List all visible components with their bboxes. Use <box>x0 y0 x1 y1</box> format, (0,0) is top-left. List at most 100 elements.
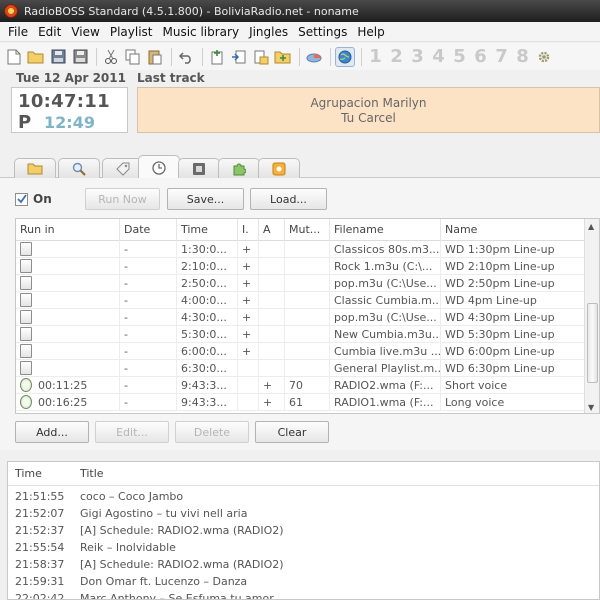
hotkey-6-button[interactable]: 6 <box>471 46 490 67</box>
insert-folder-icon[interactable] <box>273 47 293 67</box>
add-button[interactable]: Add... <box>15 421 89 443</box>
paste-icon[interactable] <box>145 47 165 67</box>
hotkey-5-button[interactable]: 5 <box>450 46 469 67</box>
scheduler-on-checkbox[interactable] <box>15 192 28 206</box>
column-name[interactable]: Name <box>441 219 586 241</box>
column-time[interactable]: Time <box>177 219 238 241</box>
table-row[interactable]: 00:16:25-9:43:3... +61 RADIO1.wma (F:... Lo… <box>16 394 586 411</box>
cell-filename: Cumbia live.m3u ... <box>330 343 441 360</box>
delete-button[interactable]: Delete <box>175 421 249 443</box>
column-run-in[interactable]: Run in <box>16 219 120 241</box>
save-button[interactable]: Save... <box>167 188 244 210</box>
table-row[interactable]: -2:10:0... + Rock 1.m3u (C:\... WD 2:10pm L… <box>16 258 586 275</box>
table-row[interactable]: -4:00:0... + Classic Cumbia.m... WD 4pm Lin… <box>16 292 586 309</box>
scheduler-on-label: On <box>33 192 52 206</box>
tab-search[interactable] <box>58 158 100 178</box>
table-row[interactable]: 00:11:25-9:43:3... +70 RADIO2.wma (F:... Sh… <box>16 377 586 394</box>
cell-date: - <box>120 360 177 377</box>
log-column-title[interactable]: Title <box>73 462 104 486</box>
log-row[interactable]: 21:59:31 Don Omar ft. Lucenzo – Danza <box>8 573 599 590</box>
cell-name: WD 6:30pm Line-up <box>441 360 586 377</box>
cell-i: + <box>238 292 259 309</box>
column-filename[interactable]: Filename <box>330 219 441 241</box>
table-row[interactable]: -2:50:0... + pop.m3u (C:\Use... WD 2:50pm L… <box>16 275 586 292</box>
column-date[interactable]: Date <box>120 219 177 241</box>
scroll-down-icon[interactable]: ▼ <box>588 403 594 412</box>
cell-time: 5:30:0... <box>177 326 238 343</box>
gear-icon[interactable] <box>534 47 554 67</box>
window-title: RadioBOSS Standard (4.5.1.800) - Bolivia… <box>24 4 359 18</box>
scrollbar-thumb[interactable] <box>587 303 598 383</box>
cell-time: 4:00:0... <box>177 292 238 309</box>
scroll-up-icon[interactable]: ▲ <box>588 222 594 231</box>
log-row[interactable]: 21:52:07 Gigi Agostino – tu vivi nell ari… <box>8 505 599 522</box>
clear-button[interactable]: Clear <box>255 421 329 443</box>
table-row[interactable]: -6:00:0... + Cumbia live.m3u ... WD 6:00pm … <box>16 343 586 360</box>
cell-time: 2:10:0... <box>177 258 238 275</box>
cell-mute: 61 <box>285 394 330 411</box>
menu-settings[interactable]: Settings <box>293 22 352 42</box>
menu-jingles[interactable]: Jingles <box>244 22 293 42</box>
cell-run-in <box>16 309 120 326</box>
tab-options[interactable] <box>258 158 300 178</box>
menu-view[interactable]: View <box>66 22 104 42</box>
insert-before-icon[interactable] <box>229 47 249 67</box>
log-title: Gigi Agostino – tu vivi nell aria <box>80 507 248 520</box>
globe-icon[interactable] <box>335 46 355 67</box>
table-row[interactable]: -1:30:0... + Classicos 80s.m3... WD 1:30pm … <box>16 241 586 258</box>
cell-date: - <box>120 343 177 360</box>
column-i[interactable]: I. <box>238 219 259 241</box>
cell-i <box>238 377 259 394</box>
log-column-time[interactable]: Time <box>8 462 42 486</box>
hotkey-8-button[interactable]: 8 <box>513 46 532 67</box>
column-mute[interactable]: Mut... <box>285 219 330 241</box>
menu-playlist[interactable]: Playlist <box>105 22 158 42</box>
log-header: Time Title <box>8 462 599 486</box>
column-a[interactable]: A <box>259 219 285 241</box>
save-as-icon[interactable] <box>70 47 90 67</box>
insert-after-icon[interactable] <box>251 47 271 67</box>
log-row[interactable]: 21:55:54 Reik – Inolvidable <box>8 539 599 556</box>
cell-a <box>259 309 285 326</box>
last-track-title: Tu Carcel <box>341 111 396 125</box>
hotkey-2-button[interactable]: 2 <box>387 46 406 67</box>
hotkey-1-button[interactable]: 1 <box>366 46 385 67</box>
tab-plugins[interactable] <box>218 158 260 178</box>
table-scrollbar[interactable]: ▲ ▼ <box>584 219 599 413</box>
undo-icon[interactable] <box>176 47 196 67</box>
cell-filename: General Playlist.m... <box>330 360 441 377</box>
cell-mute <box>285 343 330 360</box>
table-row[interactable]: -4:30:0... + pop.m3u (C:\Use... WD 4:30pm L… <box>16 309 586 326</box>
menu-music-library[interactable]: Music library <box>157 22 244 42</box>
menu-help[interactable]: Help <box>352 22 389 42</box>
chart-icon[interactable] <box>304 47 324 67</box>
open-folder-icon[interactable] <box>26 47 46 67</box>
new-file-icon[interactable] <box>4 47 24 67</box>
hotkey-3-button[interactable]: 3 <box>408 46 427 67</box>
scheduler-on-toggle[interactable]: On <box>15 192 52 206</box>
copy-icon[interactable] <box>123 47 143 67</box>
insert-track-icon[interactable] <box>207 47 227 67</box>
hotkey-7-button[interactable]: 7 <box>492 46 511 67</box>
table-row[interactable]: -6:30:0... General Playlist.m... WD 6:30pm… <box>16 360 586 377</box>
cell-mute <box>285 258 330 275</box>
log-row[interactable]: 21:58:37 [A] Schedule: RADIO2.wma (RADIO2… <box>8 556 599 573</box>
log-row[interactable]: 21:51:55 coco – Coco Jambo <box>8 488 599 505</box>
tab-scheduler[interactable] <box>138 155 180 179</box>
log-row[interactable]: 22:02:42 Marc Anthony – Se Esfuma tu amor <box>8 590 599 599</box>
tab-video[interactable] <box>178 158 220 178</box>
load-button[interactable]: Load... <box>250 188 327 210</box>
menu-file[interactable]: File <box>3 22 33 42</box>
hotkey-4-button[interactable]: 4 <box>429 46 448 67</box>
save-icon[interactable] <box>48 47 68 67</box>
cell-time: 2:50:0... <box>177 275 238 292</box>
cut-icon[interactable] <box>101 47 121 67</box>
playback-log: Time Title 21:51:55 coco – Coco Jambo 21:5… <box>7 461 600 600</box>
log-row[interactable]: 21:52:37 [A] Schedule: RADIO2.wma (RADIO2… <box>8 522 599 539</box>
table-row[interactable]: -5:30:0... + New Cumbia.m3u... WD 5:30pm Li… <box>16 326 586 343</box>
settings-box-icon <box>272 162 286 175</box>
edit-button[interactable]: Edit... <box>95 421 169 443</box>
menu-edit[interactable]: Edit <box>33 22 66 42</box>
tab-files[interactable] <box>14 158 56 178</box>
run-now-button[interactable]: Run Now <box>85 188 160 210</box>
